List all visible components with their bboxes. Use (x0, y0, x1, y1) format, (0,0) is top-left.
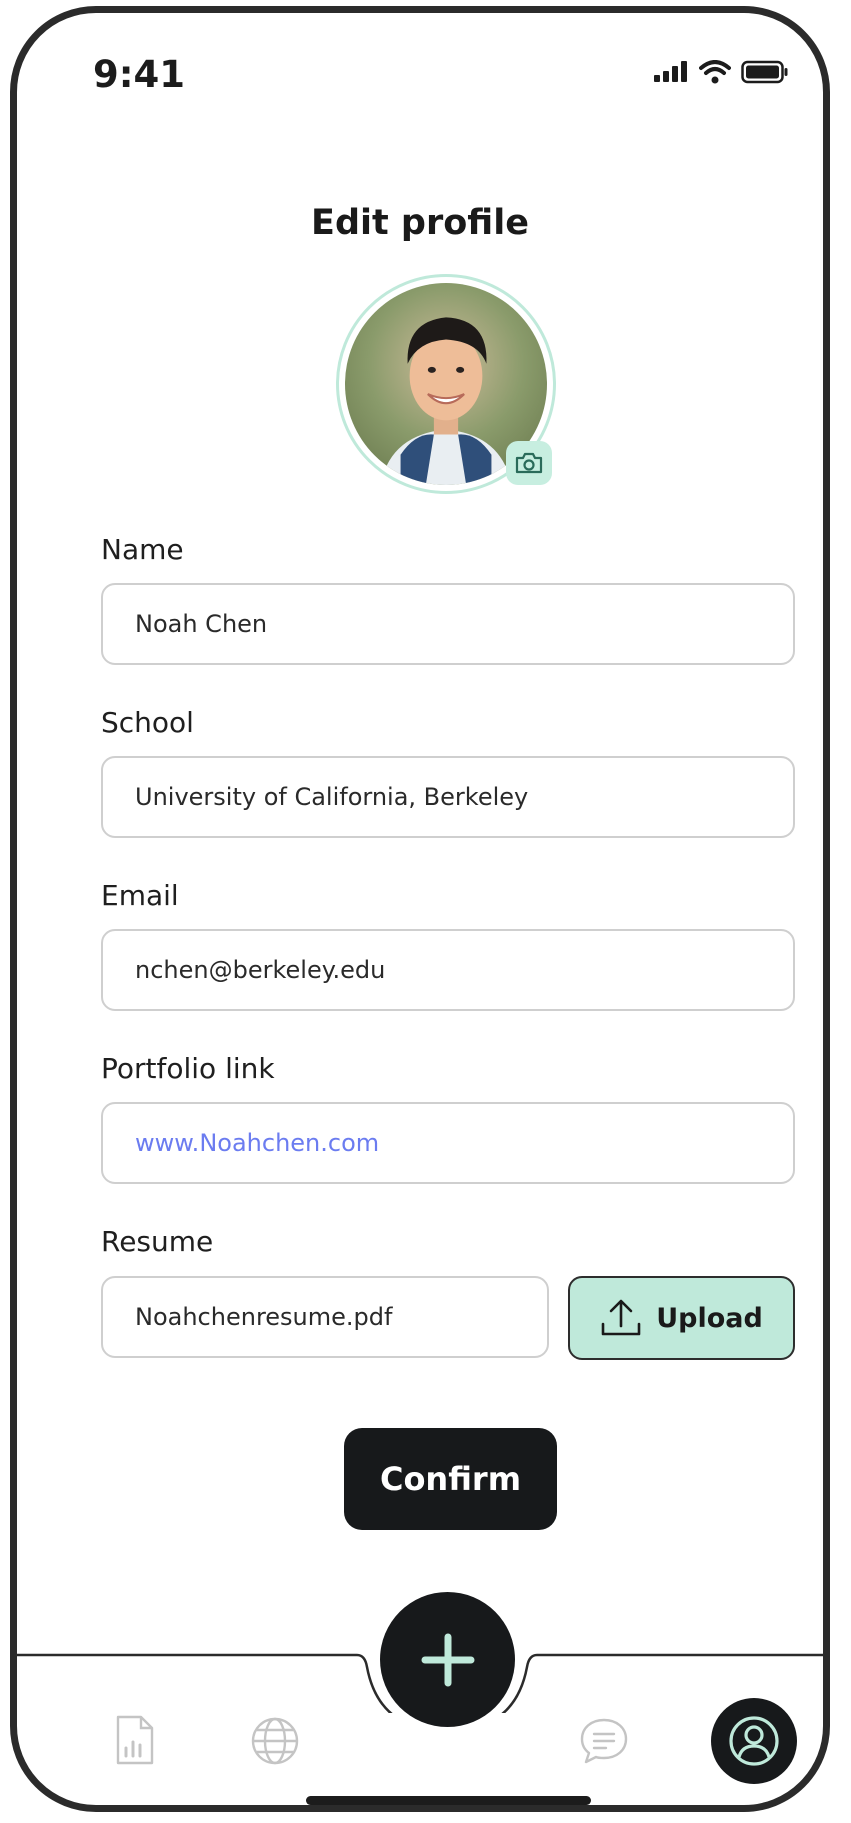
portfolio-value: www.Noahchen.com (135, 1129, 380, 1157)
status-time: 9:41 (93, 53, 186, 96)
upload-label: Upload (656, 1302, 763, 1334)
camera-icon (515, 452, 543, 474)
resume-value: Noahchenresume.pdf (135, 1303, 393, 1331)
user-profile-icon (729, 1716, 779, 1766)
phone-frame: 9:41 Edit profile Name Noah Chen School … (10, 6, 830, 1812)
email-label: Email (101, 879, 179, 912)
wifi-icon (699, 60, 731, 84)
camera-button[interactable] (506, 441, 552, 485)
avatar[interactable] (336, 274, 556, 494)
page-title: Edit profile (311, 203, 529, 243)
plus-icon (421, 1633, 474, 1686)
chat-bubble-icon (580, 1718, 628, 1764)
email-value: nchen@berkeley.edu (135, 956, 386, 984)
name-value: Noah Chen (135, 610, 268, 638)
upload-button[interactable]: Upload (568, 1276, 795, 1360)
email-input[interactable]: nchen@berkeley.edu (101, 929, 795, 1011)
status-icons (653, 60, 789, 84)
school-value: University of California, Berkeley (135, 783, 529, 811)
portfolio-input[interactable]: www.Noahchen.com (101, 1102, 795, 1184)
cellular-signal-icon (654, 61, 687, 82)
name-label: Name (101, 533, 184, 566)
globe-icon (251, 1717, 299, 1765)
tab-explore[interactable] (249, 1715, 301, 1767)
battery-icon (741, 60, 788, 84)
home-indicator[interactable] (306, 1796, 591, 1805)
upload-icon (601, 1299, 641, 1336)
resume-label: Resume (101, 1225, 214, 1258)
add-button[interactable] (380, 1592, 515, 1727)
tab-reports[interactable] (113, 1713, 157, 1767)
chart-document-icon (116, 1715, 154, 1765)
name-input[interactable]: Noah Chen (101, 583, 795, 665)
portfolio-label: Portfolio link (101, 1052, 275, 1085)
tab-messages[interactable] (577, 1715, 631, 1767)
confirm-button[interactable]: Confirm (344, 1428, 557, 1530)
school-input[interactable]: University of California, Berkeley (101, 756, 795, 838)
resume-input[interactable]: Noahchenresume.pdf (101, 1276, 549, 1358)
tab-profile[interactable] (711, 1698, 797, 1784)
school-label: School (101, 706, 194, 739)
